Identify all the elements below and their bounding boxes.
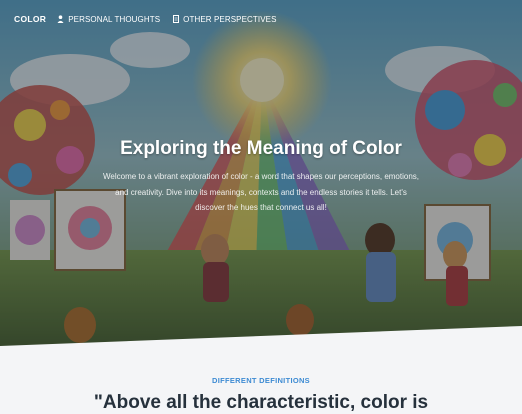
hero-title: Exploring the Meaning of Color xyxy=(120,138,402,159)
nav-link-label: OTHER PERSPECTIVES xyxy=(183,14,277,24)
nav-link-other-perspectives[interactable]: OTHER PERSPECTIVES xyxy=(173,15,276,24)
brand-logo-text[interactable]: COLOR xyxy=(14,14,46,24)
person-icon xyxy=(57,15,64,23)
nav-link-label: PERSONAL THOUGHTS xyxy=(68,14,161,24)
section-divider xyxy=(0,326,522,360)
top-navbar: COLOR PERSONAL THOUGHTS OTHER PERSPECTIV… xyxy=(0,0,522,38)
definition-quote-heading: "Above all the characteristic, color is xyxy=(93,392,429,413)
hero-section: COLOR PERSONAL THOUGHTS OTHER PERSPECTIV… xyxy=(0,0,522,346)
nav-link-personal-thoughts[interactable]: PERSONAL THOUGHTS xyxy=(57,15,160,24)
document-icon xyxy=(173,15,180,23)
section-label: DIFFERENT DEFINITIONS xyxy=(212,376,310,385)
hero-lead-text: Welcome to a vibrant exploration of colo… xyxy=(102,172,419,212)
